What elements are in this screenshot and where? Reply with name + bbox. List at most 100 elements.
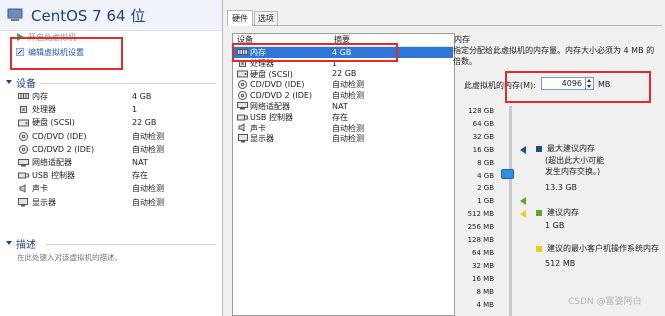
device-name: CD/DVD (IDE) — [32, 131, 87, 141]
memory-scale-tick-label: 64 GB — [472, 119, 494, 128]
hardware-row[interactable]: 网络适配器 NAT — [234, 101, 453, 112]
device-row[interactable]: CD/DVD 2 (IDE) 自动检测 — [17, 144, 207, 155]
hardware-name: CD/DVD (IDE) — [250, 80, 305, 90]
hardware-name: 硬盘 (SCSI) — [250, 69, 293, 79]
hardware-value: NAT — [332, 101, 348, 111]
cd-icon — [17, 144, 29, 154]
device-name: 硬盘 (SCSI) — [32, 118, 75, 128]
vm-title: CentOS 7 64 位 — [31, 7, 146, 25]
network-icon — [17, 158, 29, 167]
description-placeholder[interactable]: 在此处键入对该虚拟机的描述。 — [17, 252, 122, 263]
memory-slider-thumb[interactable] — [501, 169, 514, 179]
memory-slider-track[interactable] — [509, 106, 512, 316]
cd-icon — [237, 91, 248, 101]
hardware-value: 22 GB — [332, 69, 357, 79]
description-header-label: 描述 — [16, 240, 36, 251]
cd-icon — [237, 80, 248, 90]
legend-max-recommended: 最大建议内存 — [536, 143, 595, 154]
legend-max-recommended-value: 13.3 GB — [545, 183, 578, 192]
memory-scale-tick-label: 32 MB — [472, 261, 494, 270]
vm-icon — [7, 8, 23, 22]
device-value: 4 GB — [132, 92, 152, 101]
cd-icon — [17, 131, 29, 141]
max-recommended-marker-icon — [520, 146, 526, 154]
devices-header-label: 设备 — [16, 79, 36, 90]
memory-scale-tick-label: 1 GB — [477, 197, 494, 206]
hard-disk-icon — [237, 69, 248, 78]
tab-hardware[interactable]: 硬件 — [227, 10, 253, 26]
hardware-value: 存在 — [332, 112, 348, 122]
monitor-icon — [17, 197, 29, 207]
tab-divider — [227, 25, 662, 26]
network-icon — [237, 102, 248, 111]
chevron-down-icon — [6, 238, 12, 249]
memory-scale-tick-label: 4 MB — [476, 300, 494, 309]
device-name: 声卡 — [32, 184, 48, 194]
hardware-row[interactable]: USB 控制器 存在 — [234, 112, 453, 123]
hardware-name: 显示器 — [250, 134, 274, 144]
hardware-name: 网络适配器 — [250, 101, 290, 111]
speaker-icon — [17, 184, 29, 194]
legend-recommended-label: 建议内存 — [547, 208, 579, 217]
legend-recommended: 建议内存 — [536, 207, 579, 218]
legend-swatch — [536, 246, 542, 252]
device-row[interactable]: 显示器 自动检测 — [17, 197, 207, 208]
section-divider — [46, 244, 216, 245]
hardware-value: 自动检测 — [332, 80, 364, 90]
legend-recommended-value: 1 GB — [545, 221, 565, 230]
memory-scale-tick-label: 4 GB — [477, 171, 494, 180]
legend-guest-min-label: 建议的最小客户机操作系统内存 — [547, 244, 659, 253]
device-row[interactable]: 声卡 自动检测 — [17, 183, 207, 194]
usb-icon — [237, 113, 248, 122]
section-divider — [40, 83, 216, 84]
hardware-row[interactable]: 硬盘 (SCSI) 22 GB — [234, 69, 453, 80]
hard-disk-icon — [17, 118, 29, 127]
device-row[interactable]: 网络适配器 NAT — [17, 157, 207, 168]
device-value: 1 — [132, 105, 138, 115]
device-row[interactable]: 硬盘 (SCSI) 22 GB — [17, 117, 207, 128]
description-section-header[interactable]: 描述 — [6, 236, 36, 251]
hardware-row[interactable]: 声卡 自动检测 — [234, 123, 453, 134]
memory-icon — [17, 92, 29, 101]
device-name: 处理器 — [32, 105, 56, 115]
chevron-down-icon — [6, 77, 12, 88]
device-value: 自动检测 — [132, 131, 164, 141]
memory-scale-tick-label: 16 GB — [472, 145, 494, 154]
device-name: USB 控制器 — [32, 171, 75, 181]
memory-scale-tick-label: 8 MB — [476, 287, 494, 296]
device-row[interactable]: 内存 4 GB — [17, 91, 207, 102]
memory-description: 指定分配给此虚拟机的内存量。内存大小必须为 4 MB 的倍数。 — [453, 46, 655, 66]
hardware-value: 自动检测 — [332, 134, 364, 144]
hardware-name: CD/DVD 2 (IDE) — [250, 91, 313, 101]
devices-section-header[interactable]: 设备 — [6, 75, 36, 90]
device-value: 22 GB — [132, 118, 157, 128]
legend-swatch — [536, 146, 542, 152]
device-name: 显示器 — [32, 197, 56, 207]
hardware-name: 声卡 — [250, 123, 266, 133]
guest-min-marker-icon — [520, 210, 526, 218]
memory-scale-tick-label: 16 MB — [472, 274, 494, 283]
memory-scale-tick-label: 512 MB — [467, 210, 494, 219]
hardware-row[interactable]: 显示器 自动检测 — [234, 133, 453, 144]
hardware-row[interactable]: CD/DVD (IDE) 自动检测 — [234, 79, 453, 90]
device-value: 自动检测 — [132, 197, 164, 207]
device-row[interactable]: USB 控制器 存在 — [17, 170, 207, 181]
device-name: 内存 — [32, 92, 48, 101]
hardware-row[interactable]: CD/DVD 2 (IDE) 自动检测 — [234, 90, 453, 101]
speaker-icon — [237, 123, 248, 133]
watermark: CSDN @富婆阿白 — [568, 297, 642, 307]
memory-scale-tick-label: 256 MB — [467, 223, 494, 232]
device-row[interactable]: 处理器 1 — [17, 104, 207, 115]
hardware-value: 自动检测 — [332, 123, 364, 133]
annotation-highlight-edit-settings — [10, 37, 123, 70]
device-value: 自动检测 — [132, 144, 164, 154]
device-value: 自动检测 — [132, 184, 164, 194]
device-row[interactable]: CD/DVD (IDE) 自动检测 — [17, 131, 207, 142]
memory-scale-tick-label: 128 MB — [467, 236, 494, 244]
tab-options[interactable]: 选项 — [254, 11, 278, 25]
device-value: 存在 — [132, 171, 148, 181]
memory-scale-tick-label: 2 GB — [477, 184, 494, 193]
device-value: NAT — [132, 158, 148, 167]
usb-icon — [17, 171, 29, 180]
memory-scale-tick-label: 64 MB — [472, 248, 494, 257]
